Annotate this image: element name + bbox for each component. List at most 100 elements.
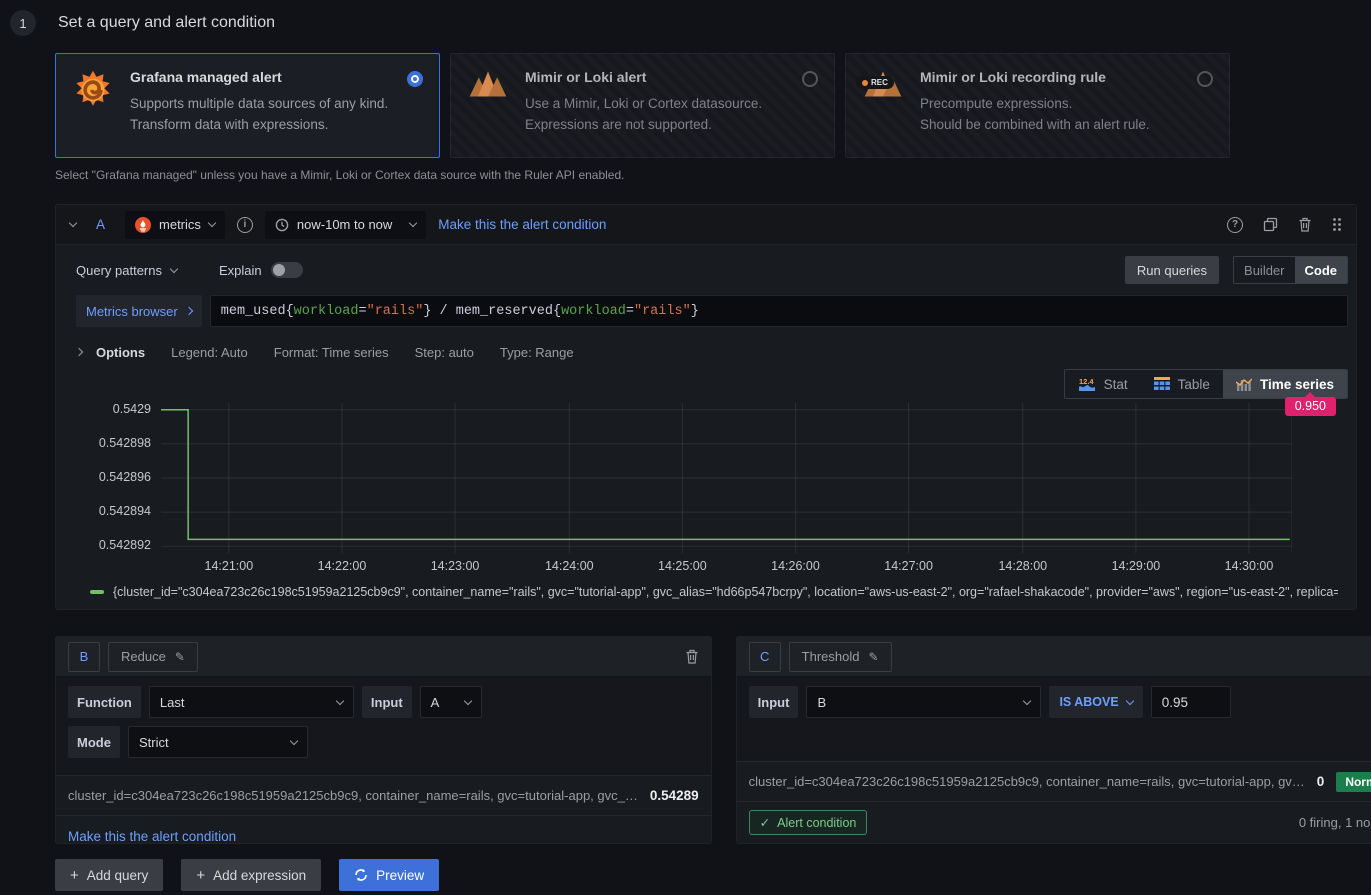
x-tick-label: 14:24:00 (545, 559, 594, 573)
chevron-down-icon (336, 696, 344, 704)
expressions-row: B Reduce ✎ Function Last Input (55, 636, 1357, 844)
field-row: Input B IS ABOVE (749, 686, 1371, 718)
x-tick-label: 14:26:00 (771, 559, 820, 573)
query-patterns-dropdown[interactable]: Query patterns (76, 263, 177, 278)
make-alert-condition-link[interactable]: Make this the alert condition (68, 829, 236, 844)
input-select[interactable]: A (420, 686, 482, 718)
x-tick-label: 14:25:00 (658, 559, 707, 573)
editor-mode-code[interactable]: Code (1295, 257, 1348, 283)
query-options-row[interactable]: Options Legend: Auto Format: Time series… (76, 339, 1348, 365)
y-tick-label: 0.542896 (99, 470, 151, 484)
mode-select[interactable]: Strict (128, 726, 308, 758)
rec-dot-icon (862, 80, 868, 86)
query-token: workload (561, 304, 626, 319)
explain-toggle[interactable] (271, 262, 303, 278)
card-description-line: Use a Mimir, Loki or Cortex datasource. (525, 93, 786, 114)
run-queries-button[interactable]: Run queries (1125, 256, 1219, 284)
query-patterns-label: Query patterns (76, 263, 162, 278)
info-icon[interactable]: i (237, 217, 253, 233)
alert-type-card-mimir-loki-recording-rule[interactable]: REC Mimir or Loki recording rule Precomp… (845, 53, 1230, 158)
expression-panel-b: B Reduce ✎ Function Last Input (55, 636, 712, 844)
chart-grid: 0.54290.5428980.5428960.5428940.542892 (76, 403, 1348, 553)
chevron-right-icon (185, 307, 193, 315)
step-header: 1 Set a query and alert condition (0, 0, 1371, 36)
viz-tab-stat[interactable]: 12.4 Stat (1065, 370, 1141, 398)
editor-mode-builder[interactable]: Builder (1234, 257, 1294, 283)
function-label: Function (68, 686, 141, 718)
expression-footer: ✓ Alert condition 0 firing, 1 normal (737, 801, 1371, 843)
promql-query-input[interactable]: mem_used{workload="rails"} / mem_reserve… (210, 295, 1348, 327)
chevron-down-icon (170, 264, 178, 272)
expression-type-label: Threshold (802, 649, 860, 664)
operator-value: IS ABOVE (1059, 695, 1118, 709)
promql-query-text: mem_used{workload="rails"} / mem_reserve… (221, 304, 699, 319)
alert-type-card-mimir-loki-alert[interactable]: Mimir or Loki alert Use a Mimir, Loki or… (450, 53, 835, 158)
duplicate-icon[interactable] (1263, 217, 1278, 232)
expression-type-button[interactable]: Reduce ✎ (108, 642, 198, 672)
y-tick-label: 0.542894 (99, 504, 151, 518)
expression-result-row: cluster_id=c304ea723c26c198c51959a2125cb… (737, 761, 1371, 801)
trash-icon[interactable] (685, 649, 699, 664)
step-number: 1 (10, 10, 36, 36)
expression-header: B Reduce ✎ (56, 637, 711, 677)
viz-tab-table[interactable]: Table (1141, 370, 1223, 398)
query-token: workload (294, 304, 359, 319)
card-body: Grafana managed alert Supports multiple … (130, 69, 391, 135)
add-expression-label: Add expression (213, 868, 306, 883)
timeseries-plot[interactable] (161, 403, 1292, 553)
time-range-value: now-10m to now (297, 217, 392, 232)
query-ref-id: A (96, 217, 105, 232)
collapse-chevron-icon[interactable] (69, 219, 77, 227)
expression-type-button[interactable]: Threshold ✎ (789, 642, 892, 672)
options-step: Step: auto (415, 345, 474, 360)
datasource-picker[interactable]: metrics (125, 211, 225, 239)
rec-label: REC (871, 78, 888, 87)
table-icon (1154, 377, 1170, 391)
chart-legend: {cluster_id="c304ea723c26c198c51959a2125… (90, 585, 1338, 599)
card-body: Mimir or Loki alert Use a Mimir, Loki or… (525, 69, 786, 135)
threshold-handle[interactable]: 0.950 (1285, 397, 1336, 416)
alert-condition-label: Alert condition (777, 816, 856, 830)
query-body: Query patterns Explain Run queries Build… (56, 245, 1356, 609)
x-tick-label: 14:22:00 (318, 559, 367, 573)
chevron-down-icon (1125, 696, 1133, 704)
drag-handle-icon[interactable] (1332, 217, 1342, 232)
expression-ref-id: B (68, 642, 100, 672)
card-description-line: Expressions are not supported. (525, 114, 786, 135)
chevron-down-icon (290, 736, 298, 744)
mode-label: Mode (68, 726, 120, 758)
expression-header: C Threshold ✎ (737, 637, 1371, 677)
field-row: Function Last Input A (68, 686, 699, 718)
threshold-value-input[interactable] (1151, 686, 1231, 718)
preview-button[interactable]: Preview (339, 859, 439, 891)
metrics-browser-button[interactable]: Metrics browser (76, 295, 202, 327)
input-select[interactable]: B (806, 686, 1041, 718)
chart-section: 0.950 0.54290.5428980.5428960.5428940.54… (76, 403, 1348, 599)
actions-row: + Add query + Add expression Preview (55, 859, 1357, 891)
chevron-down-icon (409, 219, 417, 227)
legend-series-name[interactable]: {cluster_id="c304ea723c26c198c51959a2125… (113, 585, 1338, 599)
function-select[interactable]: Last (149, 686, 354, 718)
editor-mode-toggle: Builder Code (1233, 256, 1348, 284)
radio-mimir-loki-alert[interactable] (802, 71, 818, 87)
svg-text:12.4: 12.4 (1079, 377, 1094, 386)
operator-select[interactable]: IS ABOVE (1049, 686, 1142, 718)
alert-condition-badge[interactable]: ✓ Alert condition (749, 810, 868, 835)
time-range-picker[interactable]: now-10m to now (265, 211, 426, 239)
make-alert-condition-link[interactable]: Make this the alert condition (438, 217, 606, 232)
viz-tab-time-series[interactable]: Time series (1223, 370, 1347, 398)
explain-label: Explain (219, 263, 262, 278)
check-icon: ✓ (760, 815, 770, 830)
add-expression-button[interactable]: + Add expression (181, 859, 321, 891)
query-token: { (553, 304, 561, 319)
help-icon[interactable]: ? (1227, 217, 1243, 233)
add-query-button[interactable]: + Add query (55, 859, 163, 891)
alert-type-card-grafana-managed[interactable]: Grafana managed alert Supports multiple … (55, 53, 440, 158)
rec-badge: REC (856, 76, 894, 89)
radio-mimir-loki-recording-rule[interactable] (1197, 71, 1213, 87)
plus-icon: + (196, 867, 205, 884)
radio-grafana-managed[interactable] (407, 71, 423, 87)
query-header: A metrics i now-10m to now (56, 205, 1356, 245)
trash-icon[interactable] (1298, 217, 1312, 232)
chevron-down-icon (208, 219, 216, 227)
